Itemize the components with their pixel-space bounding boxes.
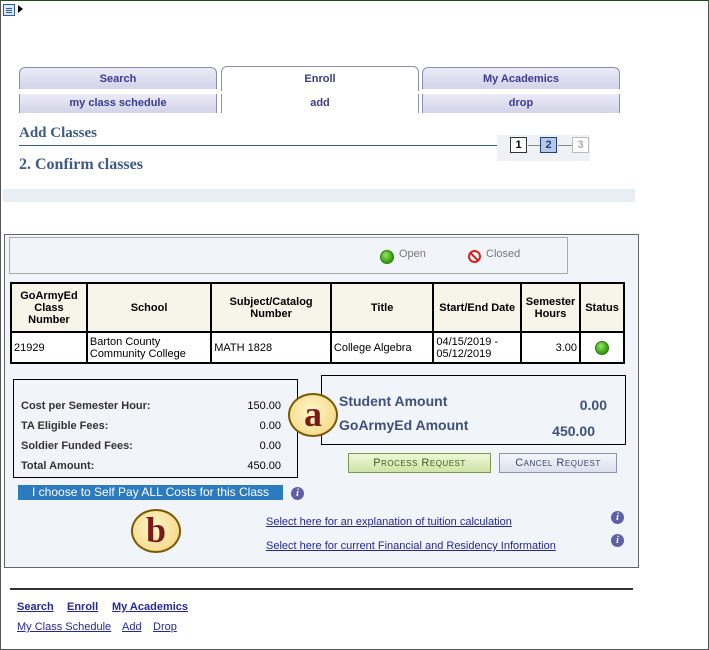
title-cell: College Algebra <box>329 331 435 364</box>
fee-label: Total Amount: <box>21 460 95 472</box>
table-header-row: GoArmyEd Class Number School Subject/Cat… <box>10 282 625 333</box>
fee-row: Soldier Funded Fees: 0.00 <box>21 440 281 452</box>
footer-link-add[interactable]: Add <box>122 621 142 633</box>
fee-row: Cost per Semester Hour: 150.00 <box>21 400 281 412</box>
column-header: School <box>85 282 213 333</box>
step-2: 2 <box>540 137 557 153</box>
status-legend: Open Closed <box>9 237 568 274</box>
student-amount-label: Student Amount <box>339 393 448 409</box>
class-number-cell: 21929 <box>10 331 88 364</box>
table-row: 21929 Barton County Community College MA… <box>10 331 625 364</box>
classes-table: GoArmyEd Class Number School Subject/Cat… <box>10 282 625 364</box>
subtab-my-class-schedule[interactable]: my class schedule <box>19 94 217 113</box>
column-header: Semester Hours <box>520 282 581 333</box>
info-icon[interactable]: i <box>611 534 624 547</box>
legend-closed-label: Closed <box>486 248 521 260</box>
tab-enroll[interactable]: Enroll <box>221 66 419 91</box>
footer-link-drop[interactable]: Drop <box>153 621 177 633</box>
dates-cell: 04/15/2019 - 05/12/2019 <box>432 331 523 364</box>
tab-my-academics[interactable]: My Academics <box>422 67 620 89</box>
separator-band <box>3 189 635 202</box>
page-title: Add Classes <box>19 125 97 141</box>
column-header: Start/End Date <box>432 282 523 333</box>
amount-summary: Student Amount 0.00 GoArmyEd Amount 450.… <box>321 375 626 445</box>
step-1: 1 <box>510 137 527 153</box>
footer-link-search[interactable]: Search <box>17 601 54 613</box>
info-icon[interactable]: i <box>611 511 624 524</box>
heading-divider <box>19 145 497 146</box>
callout-marker-a: a <box>288 393 338 437</box>
info-icon[interactable]: i <box>291 487 304 500</box>
fee-value: 0.00 <box>259 440 281 452</box>
goarmyed-amount-value: 450.00 <box>552 423 595 439</box>
expand-arrow-icon[interactable] <box>18 5 23 13</box>
menu-icon[interactable] <box>3 4 15 16</box>
column-header: Status <box>579 282 625 333</box>
footer-link-my-academics[interactable]: My Academics <box>112 601 188 613</box>
step-3: 3 <box>572 137 589 153</box>
page-subtitle: 2. Confirm classes <box>19 156 143 173</box>
process-request-button[interactable]: Process Request <box>348 453 491 473</box>
self-pay-button[interactable]: I choose to Self Pay ALL Costs for this … <box>18 485 283 500</box>
column-header: GoArmyEd Class Number <box>10 282 88 333</box>
subtab-drop[interactable]: drop <box>422 94 620 113</box>
fee-row: Total Amount: 450.00 <box>21 460 281 472</box>
column-header: Subject/Catalog Number <box>210 282 332 333</box>
open-status-icon <box>380 250 394 264</box>
goarmyed-amount-label: GoArmyEd Amount <box>339 417 469 433</box>
step-indicator: 1 2 3 <box>497 135 590 161</box>
footer-divider <box>10 588 633 590</box>
fee-value: 450.00 <box>247 460 281 472</box>
school-cell: Barton County Community College <box>85 331 213 364</box>
fee-row: TA Eligible Fees: 0.00 <box>21 420 281 432</box>
footer-link-enroll[interactable]: Enroll <box>67 601 98 613</box>
subtab-add[interactable]: add <box>221 94 419 113</box>
subject-cell: MATH 1828 <box>210 331 332 364</box>
cancel-request-button[interactable]: Cancel Request <box>499 453 617 473</box>
fee-label: TA Eligible Fees: <box>21 420 109 432</box>
tab-search[interactable]: Search <box>19 67 217 89</box>
status-cell <box>579 331 625 364</box>
hours-cell: 3.00 <box>520 331 581 364</box>
open-status-icon <box>595 341 609 355</box>
callout-marker-b: b <box>131 509 181 553</box>
closed-status-icon <box>468 250 481 263</box>
column-header: Title <box>329 282 435 333</box>
legend-open-label: Open <box>399 248 426 260</box>
student-amount-value: 0.00 <box>579 397 607 413</box>
fee-value: 0.00 <box>259 420 281 432</box>
footer-link-my-class-schedule[interactable]: My Class Schedule <box>17 621 111 633</box>
financial-residency-link[interactable]: Select here for current Financial and Re… <box>266 540 556 552</box>
fee-label: Soldier Funded Fees: <box>21 440 133 452</box>
fee-value: 150.00 <box>247 400 281 412</box>
step-connector <box>528 145 540 146</box>
fee-label: Cost per Semester Hour: <box>21 400 151 412</box>
step-connector <box>558 145 572 146</box>
tuition-explanation-link[interactable]: Select here for an explanation of tuitio… <box>266 516 512 528</box>
